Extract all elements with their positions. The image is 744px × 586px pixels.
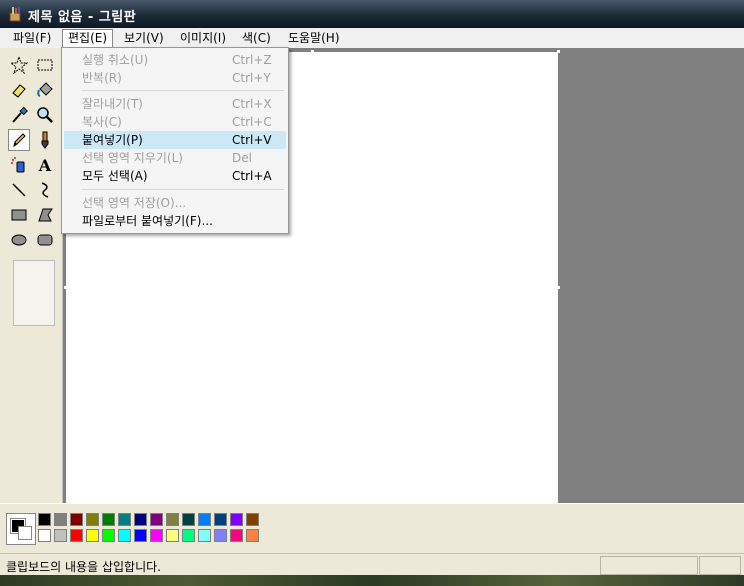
desktop-background <box>0 575 744 586</box>
color-swatch[interactable] <box>134 513 147 526</box>
rounded-rect-icon <box>37 234 53 246</box>
tool-free-select[interactable] <box>8 54 30 76</box>
resize-handle[interactable] <box>64 286 67 289</box>
rectangle-icon <box>11 209 27 221</box>
tool-brush[interactable] <box>34 129 56 151</box>
status-pane-size <box>699 556 741 575</box>
tool-fill[interactable] <box>34 79 56 101</box>
line-icon <box>12 183 26 197</box>
airbrush-icon <box>11 157 25 173</box>
menu-separator <box>82 189 284 190</box>
resize-handle[interactable] <box>557 50 560 53</box>
free-select-icon <box>10 56 28 74</box>
color-swatch[interactable] <box>246 529 259 542</box>
tool-rectangle[interactable] <box>8 204 30 226</box>
color-swatch[interactable] <box>54 513 67 526</box>
color-swatch[interactable] <box>214 529 227 542</box>
color-swatch[interactable] <box>86 529 99 542</box>
color-swatch[interactable] <box>38 529 51 542</box>
color-swatch[interactable] <box>198 513 211 526</box>
menu-file[interactable]: 파일(F) <box>8 30 56 46</box>
brush-icon <box>41 131 49 149</box>
magnifier-icon <box>37 107 53 123</box>
menu-separator <box>82 90 284 91</box>
tool-line[interactable] <box>8 179 30 201</box>
curve-icon <box>41 182 49 198</box>
color-swatch[interactable] <box>166 529 179 542</box>
polygon-icon <box>38 208 53 222</box>
menu-item-clear-selection[interactable]: 선택 영역 지우기(L) Del <box>64 149 286 167</box>
ellipse-icon <box>11 234 27 246</box>
menu-view[interactable]: 보기(V) <box>119 30 169 46</box>
menu-item-paste[interactable]: 붙여넣기(P) Ctrl+V <box>64 131 286 149</box>
color-swatch[interactable] <box>246 513 259 526</box>
color-swatch[interactable] <box>86 513 99 526</box>
tool-rounded-rect[interactable] <box>34 229 56 251</box>
color-swatch[interactable] <box>134 529 147 542</box>
color-palette <box>0 503 744 554</box>
color-swatch[interactable] <box>182 529 195 542</box>
tool-text[interactable]: A <box>34 154 56 176</box>
color-swatch[interactable] <box>166 513 179 526</box>
tool-rect-select[interactable] <box>34 54 56 76</box>
color-swatch[interactable] <box>150 529 163 542</box>
eraser-icon <box>12 84 26 98</box>
rect-select-icon <box>37 59 53 71</box>
color-swatch[interactable] <box>198 529 211 542</box>
color-swatch[interactable] <box>230 529 243 542</box>
tool-eraser[interactable] <box>8 79 30 101</box>
title-bar[interactable]: 제목 없음 - 그림판 <box>0 0 744 28</box>
resize-handle[interactable] <box>311 50 314 53</box>
toolbox: A <box>0 48 63 503</box>
tool-magnifier[interactable] <box>34 104 56 126</box>
color-swatch[interactable] <box>54 529 67 542</box>
menu-bar: 파일(F) 편집(E) 보기(V) 이미지(I) 색(C) 도움말(H) <box>0 28 744 49</box>
menu-image[interactable]: 이미지(I) <box>175 30 231 46</box>
window-title: 제목 없음 - 그림판 <box>28 10 137 25</box>
fill-icon <box>37 82 53 97</box>
status-bar: 클립보드의 내용을 삽입합니다. <box>0 553 744 576</box>
tool-ellipse[interactable] <box>8 229 30 251</box>
tool-polygon[interactable] <box>34 204 56 226</box>
tool-airbrush[interactable] <box>8 154 30 176</box>
color-picker-icon <box>12 106 28 123</box>
color-swatch[interactable] <box>102 529 115 542</box>
color-swatch[interactable] <box>230 513 243 526</box>
menu-item-undo[interactable]: 실행 취소(U) Ctrl+Z <box>64 51 286 69</box>
text-icon: A <box>38 155 52 175</box>
color-swatch[interactable] <box>70 513 83 526</box>
menu-colors[interactable]: 색(C) <box>237 30 276 46</box>
menu-help[interactable]: 도움말(H) <box>283 30 345 46</box>
tool-options-box[interactable] <box>13 260 55 326</box>
edit-menu-dropdown: 실행 취소(U) Ctrl+Z 반복(R) Ctrl+Y 잘라내기(T) Ctr… <box>61 47 289 234</box>
color-swatch[interactable] <box>38 513 51 526</box>
tool-color-picker[interactable] <box>8 104 30 126</box>
resize-handle[interactable] <box>557 286 560 289</box>
menu-item-select-all[interactable]: 모두 선택(A) Ctrl+A <box>64 167 286 185</box>
color-swatch[interactable] <box>118 529 131 542</box>
background-color <box>18 526 32 540</box>
color-swatch[interactable] <box>182 513 195 526</box>
pencil-icon <box>13 133 26 148</box>
menu-item-paste-from[interactable]: 파일로부터 붙여넣기(F)... <box>64 212 286 230</box>
menu-item-copy-to[interactable]: 선택 영역 저장(O)... <box>64 194 286 212</box>
menu-edit[interactable]: 편집(E) <box>62 29 114 48</box>
menu-item-repeat[interactable]: 반복(R) Ctrl+Y <box>64 69 286 87</box>
status-message: 클립보드의 내용을 삽입합니다. <box>6 560 161 574</box>
paint-app-icon <box>9 7 21 22</box>
color-swatch[interactable] <box>102 513 115 526</box>
color-swatch[interactable] <box>118 513 131 526</box>
color-swatch[interactable] <box>214 513 227 526</box>
paint-window: 제목 없음 - 그림판 파일(F) 편집(E) 보기(V) 이미지(I) 색(C… <box>0 0 744 586</box>
status-pane-coords <box>600 556 698 575</box>
color-swatch[interactable] <box>150 513 163 526</box>
menu-item-copy[interactable]: 복사(C) Ctrl+C <box>64 113 286 131</box>
menu-item-cut[interactable]: 잘라내기(T) Ctrl+X <box>64 95 286 113</box>
tool-curve[interactable] <box>34 179 56 201</box>
current-colors[interactable] <box>6 513 36 545</box>
color-swatch[interactable] <box>70 529 83 542</box>
tool-pencil[interactable] <box>8 129 30 151</box>
